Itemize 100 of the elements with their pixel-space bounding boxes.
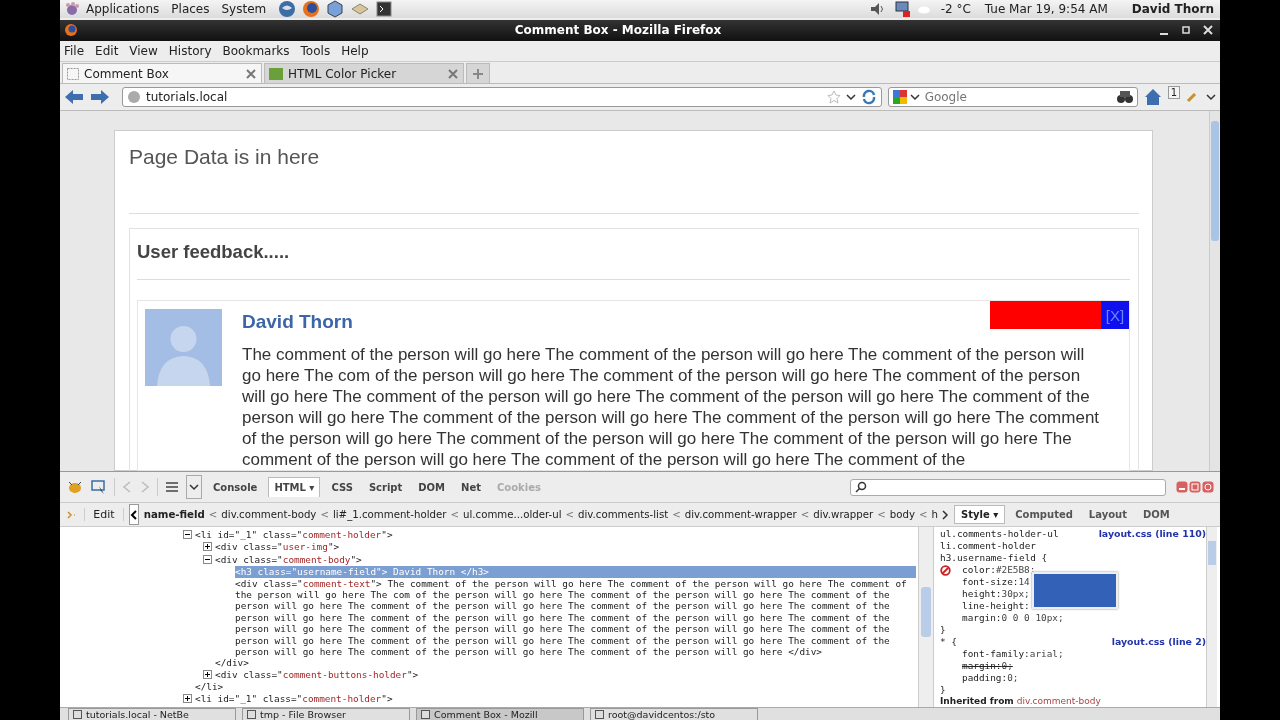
- tree-toggle-icon[interactable]: [183, 530, 192, 539]
- tree-toggle-icon[interactable]: [203, 554, 212, 564]
- expand-icon[interactable]: [66, 508, 76, 521]
- window-title: Comment Box - Mozilla Firefox: [513, 23, 723, 38]
- breadcrumb[interactable]: div.wrapper: [813, 509, 874, 520]
- panel-tab[interactable]: Script: [363, 477, 408, 497]
- taskbar-button[interactable]: Comment Box - Mozill: [416, 708, 584, 720]
- menu-item[interactable]: Bookmarks: [222, 43, 290, 58]
- menu-item[interactable]: Edit: [95, 43, 119, 58]
- browser-icon[interactable]: [64, 23, 78, 38]
- user-name[interactable]: David Thorn: [1131, 2, 1214, 16]
- tree-node[interactable]: <li id="_1" class="comment-holder">: [195, 529, 916, 541]
- css-property[interactable]: font-family:arial;: [962, 648, 1064, 660]
- clock[interactable]: Tue Mar 19, 9:54 AM: [984, 2, 1108, 16]
- taskbar-button[interactable]: root@davidcentos:/sto: [590, 708, 758, 720]
- chevron-right-icon[interactable]: [940, 508, 950, 521]
- address-bar[interactable]: tutorials.local: [122, 87, 882, 108]
- page-icon: [67, 67, 79, 80]
- menu-item[interactable]: Tools: [300, 43, 331, 58]
- scrollbar[interactable]: [1209, 111, 1220, 471]
- tree-node[interactable]: <div class="comment-text"> The comment of the person will go here The comment of the person will go here The comment of the person will go here The com of the person will go here The comment of the person will go here The comment of the person will go here The comment of the person will go here The comment of the person will go here The comment of the person will go here The comment of the person will go here The comment of the person will go here The comment of the person will go here The comment of the person will go here The comment of the person will go here The comment of the person will go here The comment of the person will go here The comment of the person will go here The comment of the person will go here The comment of the person will go here The comment of the person will go here </div>: [235, 577, 916, 658]
- panel-tab[interactable]: Net: [456, 477, 486, 497]
- terminal-icon[interactable]: [376, 1, 393, 17]
- css-property[interactable]: padding:0;: [962, 672, 1019, 684]
- search-field[interactable]: [850, 478, 1166, 496]
- css-property[interactable]: height:30px;: [962, 588, 1030, 600]
- reload-icon[interactable]: [860, 89, 877, 106]
- menu-item[interactable]: Help: [341, 43, 369, 58]
- css-property[interactable]: line-height:: [962, 600, 1030, 612]
- panel-menu[interactable]: System: [221, 2, 267, 16]
- side-tab[interactable]: DOM: [1136, 506, 1176, 523]
- search-input[interactable]: Google: [922, 89, 1114, 106]
- back-arrow-icon[interactable]: [64, 89, 84, 106]
- breadcrumb[interactable]: div.comment-body: [221, 509, 317, 520]
- bug-icon[interactable]: [66, 479, 84, 495]
- maximize-icon[interactable]: [1180, 24, 1192, 37]
- binoculars-icon[interactable]: [1116, 90, 1133, 105]
- home-icon[interactable]: [1143, 88, 1162, 107]
- inherited-selector[interactable]: div.comment-body: [1016, 696, 1101, 706]
- scrollbar[interactable]: [1206, 527, 1217, 707]
- menu-item[interactable]: History: [168, 43, 212, 58]
- cube-icon[interactable]: [326, 0, 345, 18]
- menu-icon[interactable]: [164, 480, 180, 494]
- panel-tab[interactable]: CSS: [326, 477, 358, 497]
- tree-node[interactable]: <div class="comment-buttons-holder">: [215, 668, 916, 681]
- edit-button[interactable]: Edit: [84, 508, 124, 521]
- scrollbar[interactable]: [918, 527, 933, 707]
- css-property[interactable]: margin:0;: [962, 660, 1013, 672]
- google-icon[interactable]: [892, 90, 907, 105]
- side-tab[interactable]: Style ▾: [954, 505, 1006, 524]
- tree-node[interactable]: <div class="user-img">: [215, 541, 916, 553]
- breadcrumb-separator: <: [208, 509, 218, 520]
- css-selector: ul.comments-holder-ul: [940, 528, 1059, 540]
- browser-icon[interactable]: [302, 0, 321, 18]
- side-tab[interactable]: Layout: [1082, 506, 1133, 523]
- taskbar-button[interactable]: tutorials.local - NetBe: [68, 708, 236, 720]
- menu-item[interactable]: View: [129, 43, 158, 58]
- panel-menu[interactable]: Applications: [86, 2, 160, 16]
- new-tab-button[interactable]: [466, 63, 490, 84]
- browser-tab[interactable]: Comment Box: [62, 63, 262, 84]
- scroll-left-button[interactable]: [128, 504, 139, 525]
- panel-tab[interactable]: DOM: [413, 477, 451, 497]
- caret-icon[interactable]: [909, 93, 920, 102]
- search-bar[interactable]: Google: [887, 87, 1138, 108]
- dropdown-button[interactable]: [186, 475, 202, 499]
- tree-node[interactable]: <li id="_1" class="comment-holder">: [195, 692, 916, 705]
- tree-toggle-icon[interactable]: [183, 693, 192, 703]
- breadcrumb[interactable]: div.comment-wrapper: [684, 509, 797, 520]
- breadcrumb[interactable]: ul.comme...older-ul: [463, 509, 562, 520]
- tree-toggle-icon[interactable]: [203, 542, 212, 552]
- panel-tab[interactable]: HTML ▾: [268, 477, 321, 497]
- panel-tab[interactable]: Console: [208, 477, 263, 497]
- notification-badge[interactable]: 1: [1167, 86, 1180, 100]
- taskbar-button[interactable]: tmp - File Browser: [242, 708, 410, 720]
- tree-node[interactable]: <div class="comment-body">: [215, 553, 916, 566]
- source-link[interactable]: layout.css (line 110): [1098, 528, 1206, 564]
- css-selector: h3.username-field {: [940, 552, 1049, 564]
- side-tab[interactable]: Computed: [1009, 506, 1079, 523]
- breadcrumb-separator: <: [919, 509, 928, 520]
- css-property[interactable]: margin:0 0 0 10px;: [962, 612, 1064, 624]
- browser-tab[interactable]: HTML Color Picker: [264, 63, 464, 84]
- breadcrumb[interactable]: h: [931, 509, 938, 520]
- foot-icon[interactable]: [64, 1, 80, 17]
- caret-icon[interactable]: [845, 93, 856, 102]
- tree-toggle-icon[interactable]: [203, 669, 212, 679]
- css-property[interactable]: font-size:14: [962, 576, 1030, 588]
- breadcrumb[interactable]: li#_1.comment-holder: [332, 509, 447, 520]
- comment-text: The comment of the person will go here The comment of the person will go here The comment of the person will go here The com of the person will go here The comment of the person will go here The comment of the person will go here The comment of the person will go here The comment of the person will go here The comment of the person will go here The comment of the person will go here The comment of the person will go here The comment of the person will go here The comment of the person will go here The comment of the person will go here The comment of the person will go here The comment of the person will go here The comment of the: [242, 344, 1101, 471]
- menu-item[interactable]: File: [64, 43, 85, 58]
- breadcrumb[interactable]: name-field: [143, 509, 205, 520]
- breadcrumb[interactable]: div.comments-list: [578, 509, 669, 520]
- panel-menu[interactable]: Places: [171, 2, 210, 16]
- source-link[interactable]: layout.css (line 2): [1111, 636, 1206, 648]
- caret-icon[interactable]: [1206, 93, 1216, 102]
- star-icon[interactable]: [826, 90, 841, 105]
- css-selector: li.comment-holder: [940, 540, 1037, 552]
- breadcrumb[interactable]: body: [889, 509, 915, 520]
- network-icon[interactable]: [892, 0, 911, 18]
- search-icon: [855, 481, 867, 493]
- forward-arrow-icon[interactable]: [90, 89, 110, 106]
